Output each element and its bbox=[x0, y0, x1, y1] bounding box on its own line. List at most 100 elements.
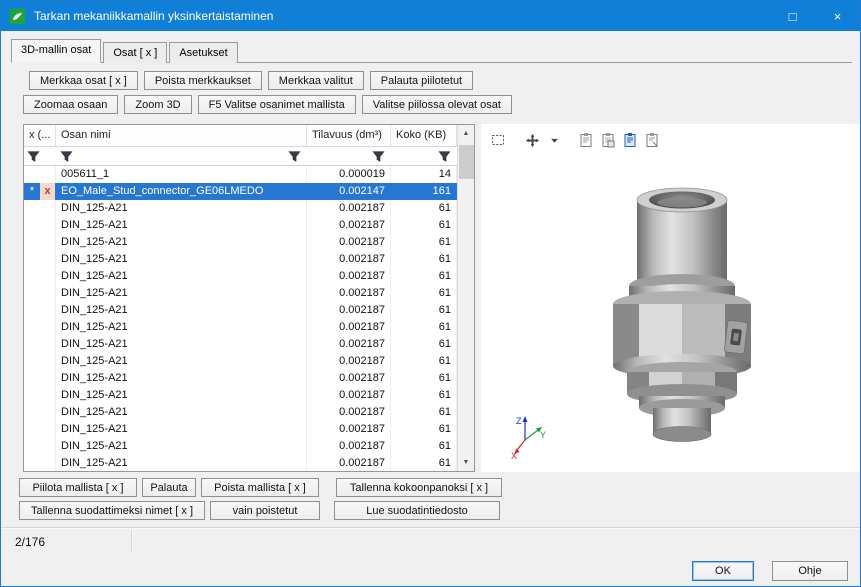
cell-marker bbox=[24, 438, 40, 455]
cell-name: DIN_125-A21 bbox=[56, 421, 307, 438]
bottom-row-1: Piilota mallista [ x ] Palauta Poista mall… bbox=[19, 478, 860, 497]
tab-3d-mallin-osat[interactable]: 3D-mallin osat bbox=[11, 39, 101, 63]
table-row[interactable]: DIN_125-A210.00218761 bbox=[24, 302, 457, 319]
zoomaa-osaan-button[interactable]: Zoomaa osaan bbox=[23, 95, 118, 114]
tab-osat-x[interactable]: Osat [ x ] bbox=[103, 42, 167, 63]
cell-volume: 0.002187 bbox=[307, 268, 391, 285]
viewer-toolbar bbox=[481, 124, 860, 150]
help-button[interactable]: Ohje bbox=[772, 561, 848, 581]
filter-funnel-icon[interactable] bbox=[438, 150, 451, 163]
cell-size: 61 bbox=[391, 234, 457, 251]
cell-x bbox=[40, 302, 56, 319]
axes-triad: Z Y X bbox=[509, 411, 549, 464]
close-button[interactable]: × bbox=[815, 1, 860, 31]
cell-x bbox=[40, 370, 56, 387]
cell-name: DIN_125-A21 bbox=[56, 268, 307, 285]
3d-viewer[interactable]: Z Y X bbox=[481, 124, 860, 472]
merkkaa-valitut-button[interactable]: Merkkaa valitut bbox=[268, 71, 364, 90]
filter-funnel-icon[interactable] bbox=[27, 150, 40, 163]
cell-x bbox=[40, 285, 56, 302]
copy-icon[interactable] bbox=[577, 131, 595, 149]
poista-mallista-x-button[interactable]: Poista mallista [ x ] bbox=[201, 478, 319, 497]
table-row[interactable]: DIN_125-A210.00218761 bbox=[24, 285, 457, 302]
cell-marker: * bbox=[24, 183, 40, 200]
copy-special-icon[interactable] bbox=[599, 131, 617, 149]
zoom-3d-button[interactable]: Zoom 3D bbox=[124, 95, 191, 114]
table-row[interactable]: DIN_125-A210.00218761 bbox=[24, 268, 457, 285]
table-row[interactable]: *xEO_Male_Stud_connector_GE06LMEDO0.0021… bbox=[24, 183, 457, 200]
table-row[interactable]: DIN_125-A210.00218761 bbox=[24, 404, 457, 421]
tallenna-suodattimeksi-nimet-x-button[interactable]: Tallenna suodattimeksi nimet [ x ] bbox=[19, 501, 205, 520]
table-row[interactable]: DIN_125-A210.00218761 bbox=[24, 438, 457, 455]
filter-funnel-icon[interactable] bbox=[60, 150, 73, 163]
3d-model[interactable] bbox=[587, 182, 777, 447]
cell-x bbox=[40, 387, 56, 404]
zoom-area-icon[interactable] bbox=[489, 131, 507, 149]
table-row[interactable]: 005611_10.00001914 bbox=[24, 166, 457, 183]
cell-size: 61 bbox=[391, 438, 457, 455]
paste-icon[interactable] bbox=[643, 131, 661, 149]
cell-volume: 0.002187 bbox=[307, 421, 391, 438]
paste-active-icon[interactable] bbox=[621, 131, 639, 149]
table-row[interactable]: DIN_125-A210.00218761 bbox=[24, 387, 457, 404]
cell-x bbox=[40, 404, 56, 421]
tab-asetukset[interactable]: Asetukset bbox=[169, 42, 237, 63]
merkkaa-osat-x-button[interactable]: Merkkaa osat [ x ] bbox=[29, 71, 138, 90]
table-row[interactable]: DIN_125-A210.00218761 bbox=[24, 353, 457, 370]
toolbar-row-1: Merkkaa osat [ x ] Poista merkkaukset Merk… bbox=[29, 71, 860, 90]
cell-x: x bbox=[40, 183, 56, 200]
cell-size: 61 bbox=[391, 319, 457, 336]
valitse-piilossa-olevat-osat-button[interactable]: Valitse piilossa olevat osat bbox=[362, 95, 512, 114]
cell-x bbox=[40, 200, 56, 217]
table-row[interactable]: DIN_125-A210.00218761 bbox=[24, 421, 457, 438]
pan-icon[interactable] bbox=[523, 131, 541, 149]
column-header-name[interactable]: Osan nimi bbox=[56, 125, 307, 146]
column-header-x[interactable]: x (... bbox=[24, 125, 56, 146]
cell-size: 161 bbox=[391, 183, 457, 200]
cell-name: DIN_125-A21 bbox=[56, 455, 307, 472]
cell-size: 61 bbox=[391, 387, 457, 404]
table-row[interactable]: DIN_125-A210.00218761 bbox=[24, 455, 457, 472]
window-controls: □ × bbox=[770, 1, 860, 31]
filter-funnel-icon[interactable] bbox=[288, 150, 301, 163]
palauta-button[interactable]: Palauta bbox=[142, 478, 196, 497]
table-scrollbar[interactable]: ▲ ▼ bbox=[457, 125, 474, 471]
ok-button[interactable]: OK bbox=[692, 561, 754, 581]
column-header-size[interactable]: Koko (KB) bbox=[391, 125, 457, 146]
cell-volume: 0.002187 bbox=[307, 251, 391, 268]
cell-name: DIN_125-A21 bbox=[56, 438, 307, 455]
table-row[interactable]: DIN_125-A210.00218761 bbox=[24, 200, 457, 217]
table-row[interactable]: DIN_125-A210.00218761 bbox=[24, 234, 457, 251]
status-bar: 2/176 bbox=[1, 529, 860, 555]
scroll-down-icon[interactable]: ▼ bbox=[458, 454, 474, 471]
dropdown-arrow-icon[interactable] bbox=[545, 131, 563, 149]
cell-name: DIN_125-A21 bbox=[56, 336, 307, 353]
f5-valitse-osanimet-mallista-button[interactable]: F5 Valitse osanimet mallista bbox=[198, 95, 356, 114]
column-header-volume[interactable]: Tilavuus (dm³) bbox=[307, 125, 391, 146]
table-row[interactable]: DIN_125-A210.00218761 bbox=[24, 319, 457, 336]
cell-name: DIN_125-A21 bbox=[56, 251, 307, 268]
filter-funnel-icon[interactable] bbox=[372, 150, 385, 163]
cell-volume: 0.002187 bbox=[307, 404, 391, 421]
table-row[interactable]: DIN_125-A210.00218761 bbox=[24, 370, 457, 387]
tallenna-kokoonpanoksi-x-button[interactable]: Tallenna kokoonpanoksi [ x ] bbox=[336, 478, 502, 497]
scroll-up-icon[interactable]: ▲ bbox=[458, 125, 474, 142]
piilota-mallista-x-button[interactable]: Piilota mallista [ x ] bbox=[19, 478, 137, 497]
cell-size: 61 bbox=[391, 285, 457, 302]
lue-suodatintiedosto-button[interactable]: Lue suodatintiedosto bbox=[334, 501, 500, 520]
table-row[interactable]: DIN_125-A210.00218761 bbox=[24, 217, 457, 234]
palauta-piilotetut-button[interactable]: Palauta piilotetut bbox=[370, 71, 473, 90]
table-row[interactable]: DIN_125-A210.00218761 bbox=[24, 336, 457, 353]
cell-x bbox=[40, 455, 56, 472]
cell-size: 61 bbox=[391, 200, 457, 217]
cell-marker bbox=[24, 421, 40, 438]
vain-poistetut-button[interactable]: vain poistetut bbox=[210, 501, 320, 520]
maximize-button[interactable]: □ bbox=[770, 1, 815, 31]
titlebar: Tarkan mekaniikkamallin yksinkertaistami… bbox=[1, 1, 860, 31]
cell-volume: 0.002187 bbox=[307, 353, 391, 370]
status-divider bbox=[131, 531, 133, 553]
poista-merkkaukset-button[interactable]: Poista merkkaukset bbox=[144, 71, 262, 90]
table-row[interactable]: DIN_125-A210.00218761 bbox=[24, 251, 457, 268]
cell-name: DIN_125-A21 bbox=[56, 319, 307, 336]
scroll-thumb[interactable] bbox=[459, 145, 474, 179]
